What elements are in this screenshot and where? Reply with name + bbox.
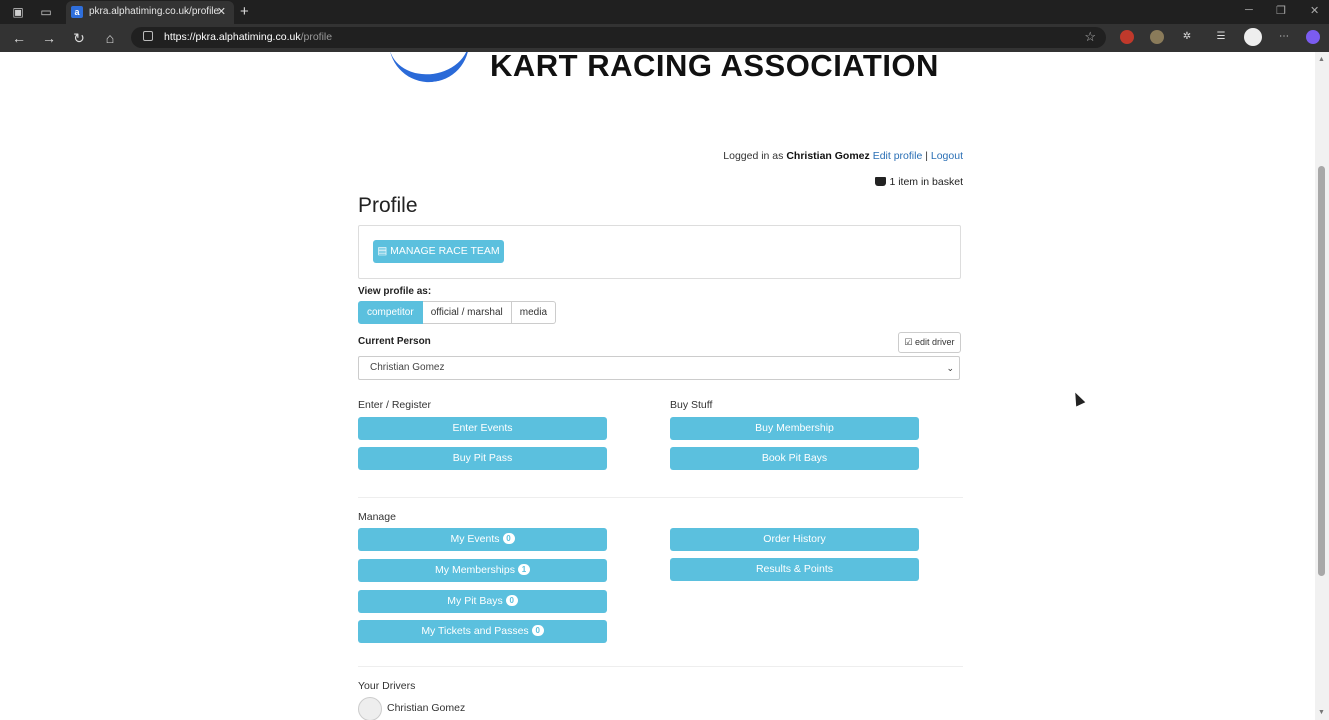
- url-text: https://pkra.alphatiming.co.uk/profile: [164, 31, 333, 43]
- divider: [358, 666, 963, 667]
- enter-register-heading: Enter / Register: [358, 399, 431, 411]
- profile-avatar-icon[interactable]: [1244, 28, 1262, 46]
- login-status: Logged in as Christian Gomez Edit profil…: [723, 150, 963, 162]
- view-profile-toggle: competitor official / marshal media: [358, 301, 557, 324]
- page-scrollbar[interactable]: ▲ ▼: [1315, 52, 1329, 720]
- your-drivers-heading: Your Drivers: [358, 680, 416, 692]
- tab-title: pkra.alphatiming.co.uk/profile: [89, 6, 220, 17]
- site-logo: KART RACING ASSOCIATION: [490, 52, 939, 83]
- back-icon[interactable]: ←: [10, 29, 28, 47]
- home-icon[interactable]: ⌂: [101, 29, 119, 47]
- edit-profile-link[interactable]: Edit profile: [873, 150, 923, 162]
- browser-toolbar: ← → ↻ ⌂ https://pkra.alphatiming.co.uk/p…: [0, 24, 1329, 52]
- count-badge: 0: [502, 533, 515, 544]
- manage-race-team-button[interactable]: ▤ MANAGE RACE TEAM: [373, 240, 504, 263]
- workspaces-icon[interactable]: ▣: [10, 4, 26, 20]
- driver-link[interactable]: Christian Gomez: [387, 702, 465, 714]
- order-history-button[interactable]: Order History: [670, 528, 919, 551]
- more-menu-icon[interactable]: ⋯: [1277, 30, 1291, 44]
- forward-icon[interactable]: →: [40, 29, 58, 47]
- tab-close-icon[interactable]: ✕: [217, 5, 226, 18]
- copilot-icon[interactable]: [1306, 30, 1320, 44]
- view-media-button[interactable]: media: [511, 301, 557, 324]
- scrollbar-thumb[interactable]: [1318, 166, 1325, 576]
- restore-icon[interactable]: ❐: [1276, 4, 1286, 17]
- buy-pit-pass-button[interactable]: Buy Pit Pass: [358, 447, 607, 470]
- favorites-icon[interactable]: ☰: [1214, 30, 1228, 44]
- browser-tab-active[interactable]: a pkra.alphatiming.co.uk/profile ✕: [66, 1, 234, 24]
- lock-icon: [143, 31, 153, 41]
- buy-membership-button[interactable]: Buy Membership: [670, 417, 919, 440]
- list-icon: ▤: [377, 245, 391, 257]
- scroll-down-icon[interactable]: ▼: [1318, 709, 1325, 716]
- refresh-icon[interactable]: ↻: [70, 29, 88, 47]
- view-competitor-button[interactable]: competitor: [358, 301, 423, 324]
- current-person-label: Current Person: [358, 336, 431, 347]
- minimize-icon[interactable]: ─: [1245, 4, 1253, 16]
- page-title: Profile: [358, 194, 418, 217]
- cart-icon: [875, 177, 887, 186]
- driver-avatar: [358, 697, 382, 720]
- edit-driver-button[interactable]: ☑ edit driver: [898, 332, 961, 353]
- logout-link[interactable]: Logout: [931, 150, 963, 162]
- logged-in-prefix: Logged in as: [723, 150, 784, 162]
- count-badge: 0: [505, 595, 518, 606]
- browser-tab-bar: ▣ ▭ a pkra.alphatiming.co.uk/profile ✕ +…: [0, 0, 1329, 24]
- enter-events-button[interactable]: Enter Events: [358, 417, 607, 440]
- extension-red-icon[interactable]: [1120, 30, 1134, 44]
- scroll-up-icon[interactable]: ▲: [1318, 56, 1325, 63]
- count-badge: 0: [531, 625, 544, 636]
- tab-actions-icon[interactable]: ▭: [38, 4, 54, 20]
- current-person-value: Christian Gomez: [370, 362, 445, 373]
- mouse-cursor-icon: [1070, 390, 1086, 407]
- new-tab-icon[interactable]: +: [240, 3, 249, 20]
- my-pit-bays-button[interactable]: My Pit Bays 0: [358, 590, 607, 613]
- race-team-panel: ▤ MANAGE RACE TEAM: [358, 225, 961, 279]
- basket-text: 1 item in basket: [889, 176, 963, 188]
- count-badge: 1: [517, 564, 530, 575]
- divider: [358, 497, 963, 498]
- extension-avatar-icon[interactable]: [1150, 30, 1164, 44]
- my-memberships-button[interactable]: My Memberships 1: [358, 559, 607, 582]
- basket-link[interactable]: 1 item in basket: [875, 176, 963, 188]
- results-points-button[interactable]: Results & Points: [670, 558, 919, 581]
- view-profile-label: View profile as:: [358, 286, 432, 297]
- page-viewport: KART RACING ASSOCIATION Logged in as Chr…: [3, 52, 1315, 720]
- site-favicon-icon: a: [71, 6, 83, 18]
- user-name: Christian Gomez: [786, 150, 870, 162]
- logo-swoosh: [387, 52, 475, 88]
- chevron-down-icon: ⌄: [946, 363, 954, 373]
- extensions-puzzle-icon[interactable]: ✲: [1180, 30, 1194, 44]
- book-pit-bays-button[interactable]: Book Pit Bays: [670, 447, 919, 470]
- view-official-button[interactable]: official / marshal: [422, 301, 512, 324]
- my-events-button[interactable]: My Events 0: [358, 528, 607, 551]
- buy-stuff-heading: Buy Stuff: [670, 399, 713, 411]
- manage-heading: Manage: [358, 511, 396, 523]
- current-person-select[interactable]: Christian Gomez ⌄: [358, 356, 960, 380]
- separator: |: [925, 150, 928, 162]
- my-tickets-passes-button[interactable]: My Tickets and Passes 0: [358, 620, 607, 643]
- edit-icon: ☑: [904, 337, 916, 347]
- address-bar[interactable]: https://pkra.alphatiming.co.uk/profile ☆: [131, 27, 1106, 48]
- close-window-icon[interactable]: ✕: [1310, 4, 1319, 17]
- favorite-star-icon[interactable]: ☆: [1084, 29, 1096, 45]
